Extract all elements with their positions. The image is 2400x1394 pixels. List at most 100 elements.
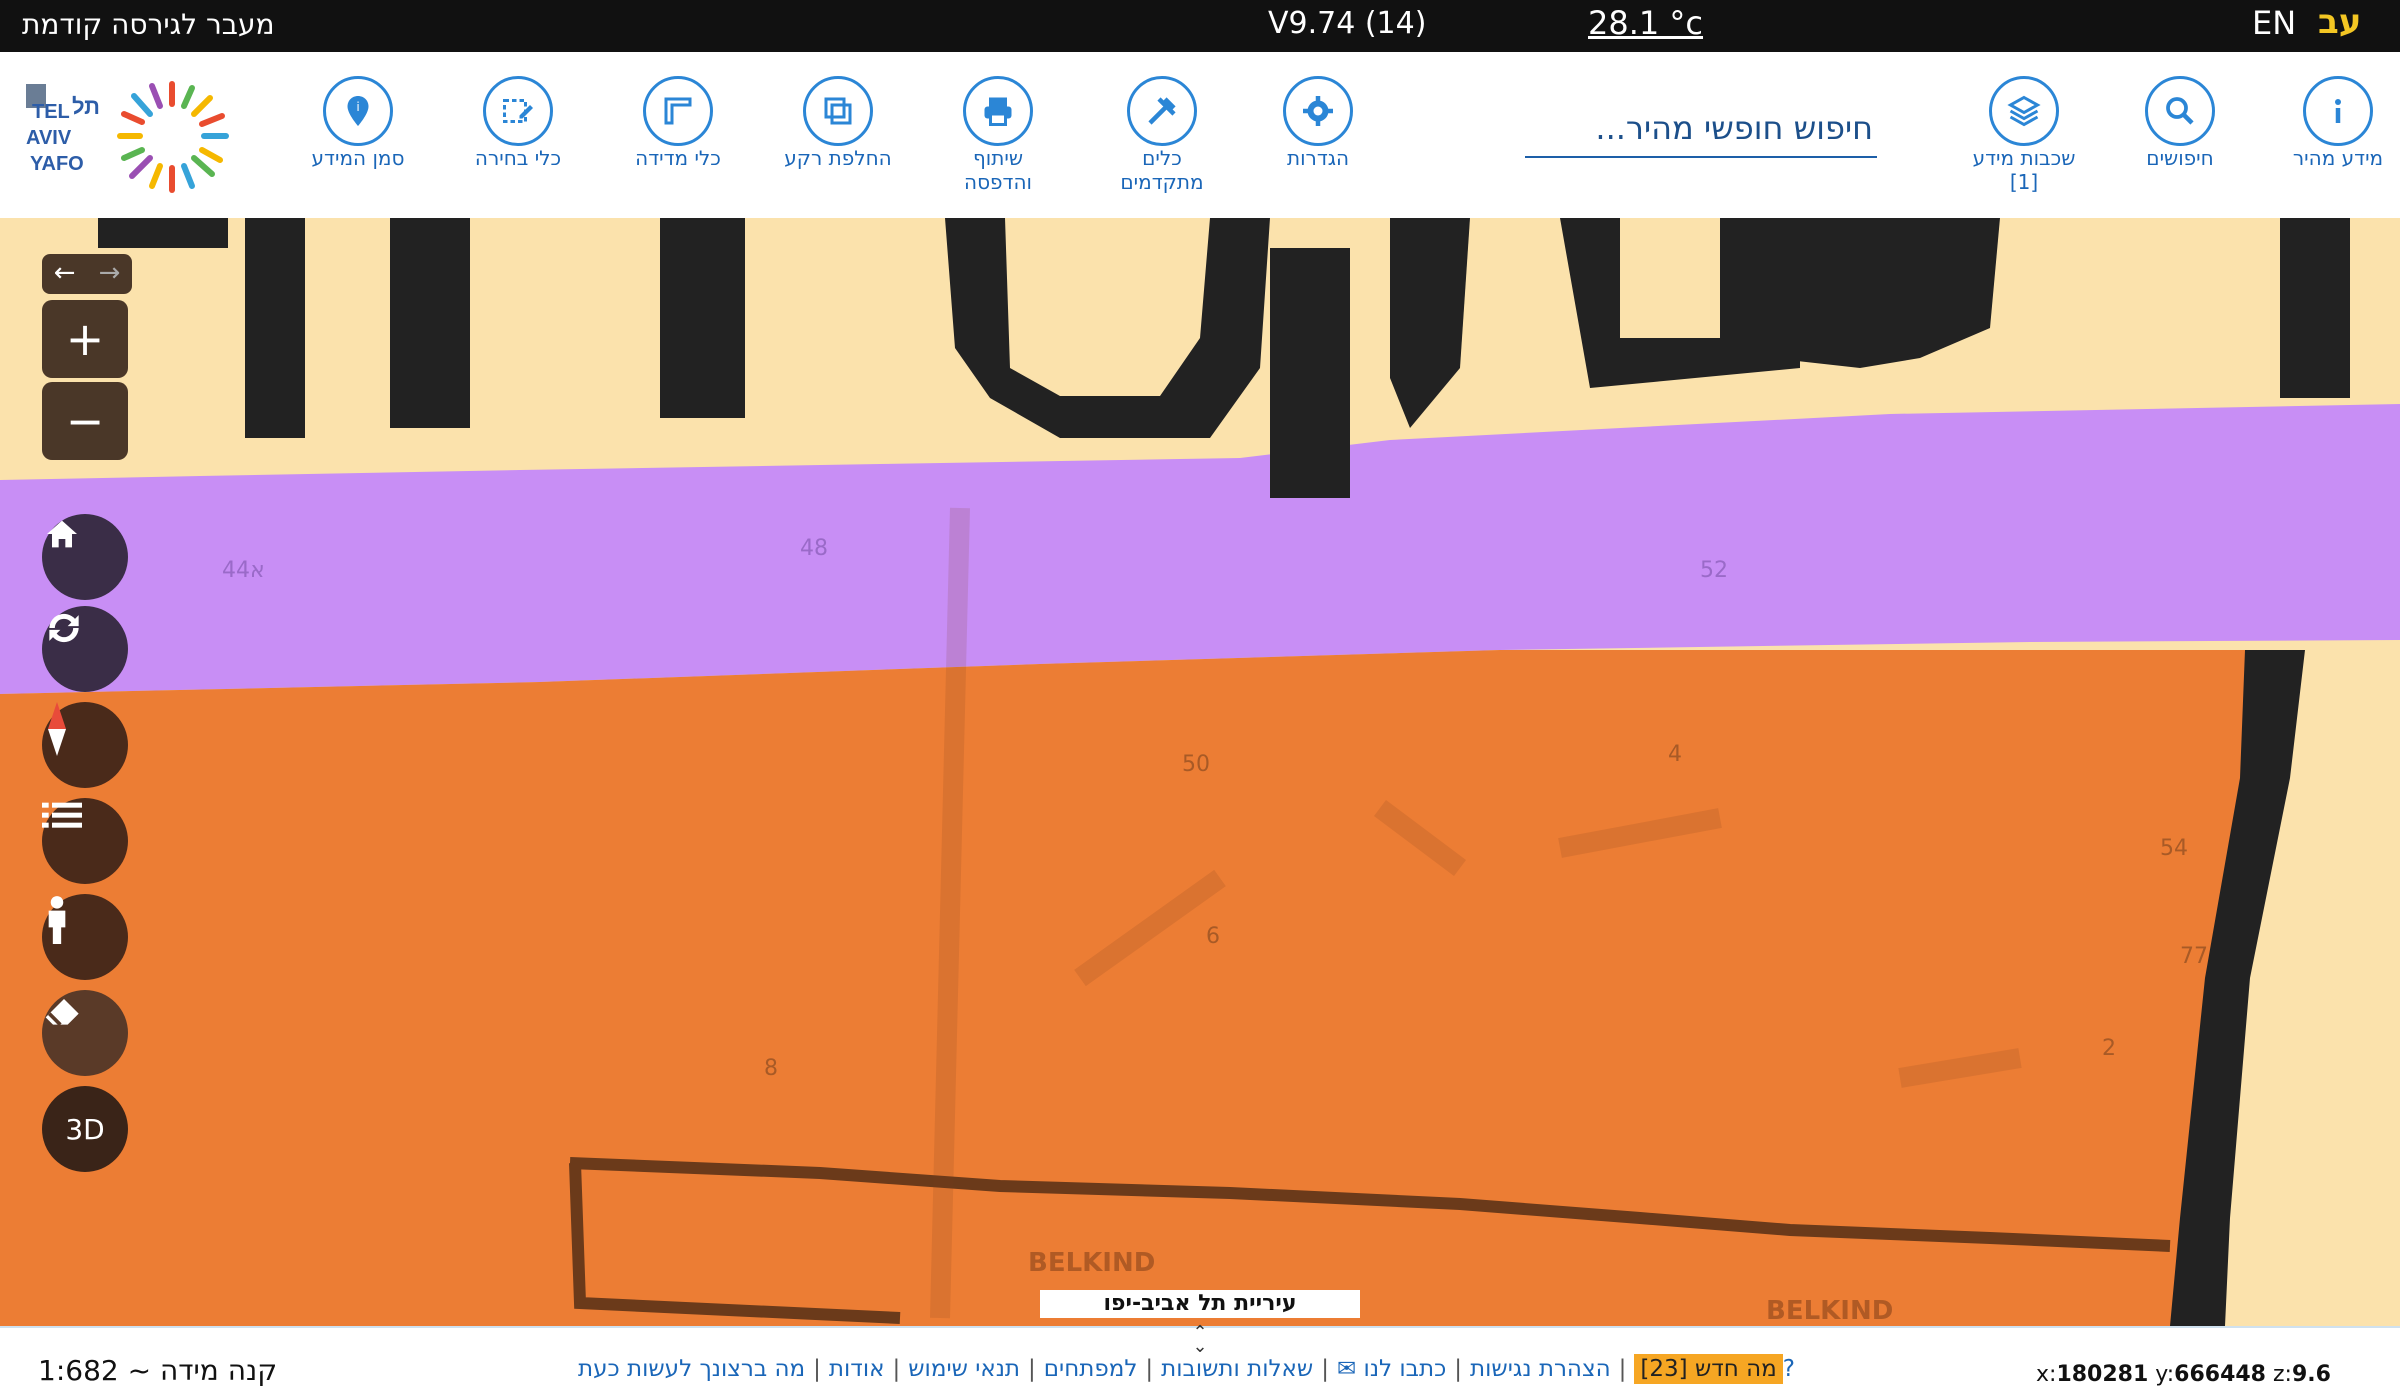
map-label-44: 44א [222, 558, 265, 583]
logo-emblem: תל TEL AVIV YAFO [26, 84, 100, 175]
developers-link[interactable]: למפתחים [1044, 1356, 1138, 1382]
map-label-54: 54 [2160, 836, 2188, 861]
three-d-button[interactable]: 3D [42, 1086, 128, 1172]
layers-tool[interactable]: שכבות מידע [1] [1944, 76, 2104, 194]
eraser-icon [45, 999, 79, 1026]
street-view-button[interactable] [42, 894, 128, 980]
searches-tool[interactable]: חיפושים [2100, 76, 2260, 170]
map-label-52: 52 [1700, 558, 1728, 583]
about-link[interactable]: אודות [829, 1356, 885, 1382]
contact-link[interactable]: כתבו לנו ✉ [1337, 1356, 1446, 1382]
city-attribution: עיריית תל אביב-יפו [1040, 1290, 1360, 1318]
language-he-button[interactable]: עב [2318, 2, 2361, 42]
layers-label-1: שכבות מידע [1972, 146, 2076, 170]
y-value: 666448 [2174, 1362, 2266, 1387]
info-icon [2303, 76, 2373, 146]
gear-icon [1283, 76, 1353, 146]
person-icon [48, 896, 66, 944]
logo-tel: TEL [32, 101, 70, 123]
map-label-48: 48 [800, 536, 828, 561]
refresh-icon [49, 613, 79, 643]
svg-text:i: i [356, 100, 359, 114]
settings-tool[interactable]: הגדרות [1238, 76, 1398, 170]
x-value: 180281 [2056, 1362, 2149, 1387]
map-scale: קנה מידה ~ 1:682 [38, 1354, 278, 1387]
searches-label: חיפושים [2146, 146, 2214, 170]
settings-label: הגדרות [1286, 146, 1350, 170]
forward-arrow-icon[interactable]: → [87, 254, 132, 294]
search-icon [2145, 76, 2215, 146]
toolbar: תל TEL AVIV YAFO i סמן המידע כלי בחירה כ… [0, 52, 2400, 219]
logo-yafo: YAFO [30, 153, 84, 175]
back-arrow-icon[interactable]: ← [42, 254, 87, 294]
compass-button[interactable] [42, 702, 128, 788]
measure-label: כלי מדידה [635, 146, 721, 170]
selection-tool[interactable]: כלי בחירה [438, 76, 598, 170]
separator: | [1618, 1356, 1627, 1382]
map-label-50: 50 [1182, 752, 1210, 777]
z-label: z: [2273, 1362, 2292, 1387]
map-pin-icon: i [323, 76, 393, 146]
layers-label-2: [1] [2009, 170, 2039, 194]
language-en-button[interactable]: EN [2252, 4, 2296, 42]
separator: | [1028, 1356, 1036, 1382]
quick-info-tool[interactable]: מידע מהיר [2258, 76, 2400, 170]
footer-links: מה חדש [23] | הצהרת נגישות | כתבו לנו ✉ | שאלו… [578, 1354, 1795, 1384]
basemap-label: החלפת רקע [784, 146, 892, 170]
separator: | [1321, 1356, 1329, 1382]
y-label: y: [2155, 1362, 2175, 1387]
quick-search [1525, 102, 1877, 158]
home-button[interactable] [42, 514, 128, 600]
basemap-icon [803, 76, 873, 146]
quick-search-input[interactable] [1525, 102, 1877, 154]
logo-aviv: AVIV [26, 127, 72, 149]
logo-sunburst [117, 81, 229, 193]
zoom-in-button[interactable]: + [42, 300, 128, 378]
coordinates-readout: x:180281 y:666448 z:9.6 [2036, 1362, 2331, 1387]
refresh-button[interactable] [42, 606, 128, 692]
top-bar: מעבר לגירסה קודמת V9.74 (14) 28.1 °c EN … [0, 0, 2400, 52]
map-label-6: 6 [1206, 924, 1220, 949]
quick-info-label: מידע מהיר [2292, 146, 2384, 170]
printer-icon [963, 76, 1033, 146]
share-print-tool[interactable]: שיתוף והדפסה [918, 76, 1078, 194]
x-label: x: [2036, 1362, 2057, 1387]
building-zone[interactable] [0, 650, 2250, 1326]
map-label-8: 8 [764, 1056, 778, 1081]
zoom-out-button[interactable]: − [42, 382, 128, 460]
previous-version-link[interactable]: מעבר לגירסה קודמת [22, 8, 275, 41]
advanced-label-1: כלים [1142, 146, 1182, 170]
panel-expand-handle[interactable]: ⌃ ⌄ [1188, 1324, 1212, 1356]
legend-button[interactable] [42, 798, 128, 884]
separator: | [1145, 1356, 1154, 1382]
street-label-belkind-2: BELKIND [1766, 1296, 1894, 1326]
mark-info-tool[interactable]: i סמן המידע [278, 76, 438, 170]
share-label-1: שיתוף [972, 146, 1024, 170]
version-label: V9.74 (14) [1268, 6, 1427, 41]
selection-label: כלי בחירה [474, 146, 562, 170]
tools-icon [1127, 76, 1197, 146]
map-label-2: 2 [2102, 1036, 2116, 1061]
temperature-link[interactable]: 28.1 °c [1588, 4, 1703, 42]
advanced-tools[interactable]: כלים מתקדמים [1082, 76, 1242, 194]
basemap-tool[interactable]: החלפת רקע [758, 76, 918, 170]
status-bar: ⌃ ⌄ קנה מידה ~ 1:682 מה חדש [23] | הצהרת נג… [0, 1324, 2400, 1394]
map-canvas[interactable]: 44א 48 52 50 4 54 6 77 2 8 BELKIND BELKI… [0, 218, 2400, 1326]
measure-tool[interactable]: כלי מדידה [598, 76, 758, 170]
logo-text-he: תל [72, 94, 100, 119]
separator: | [813, 1356, 821, 1382]
faq-link[interactable]: שאלות ותשובות [1161, 1356, 1313, 1382]
map-label-4: 4 [1668, 742, 1682, 767]
street-label-belkind: BELKIND [1028, 1248, 1156, 1278]
share-label-2: והדפסה [964, 170, 1032, 194]
map-label-77: 77 [2180, 944, 2208, 969]
accessibility-link[interactable]: הצהרת נגישות [1470, 1356, 1611, 1382]
mark-info-label: סמן המידע [311, 146, 405, 170]
history-nav: ← → [42, 254, 132, 294]
layers-icon [1989, 76, 2059, 146]
terms-link[interactable]: תנאי שימוש [908, 1356, 1020, 1382]
tel-aviv-logo[interactable]: תל TEL AVIV YAFO [22, 74, 252, 200]
ruler-icon [643, 76, 713, 146]
eraser-button[interactable] [42, 990, 128, 1076]
whats-new-link[interactable]: מה חדש [23] [1634, 1354, 1783, 1384]
